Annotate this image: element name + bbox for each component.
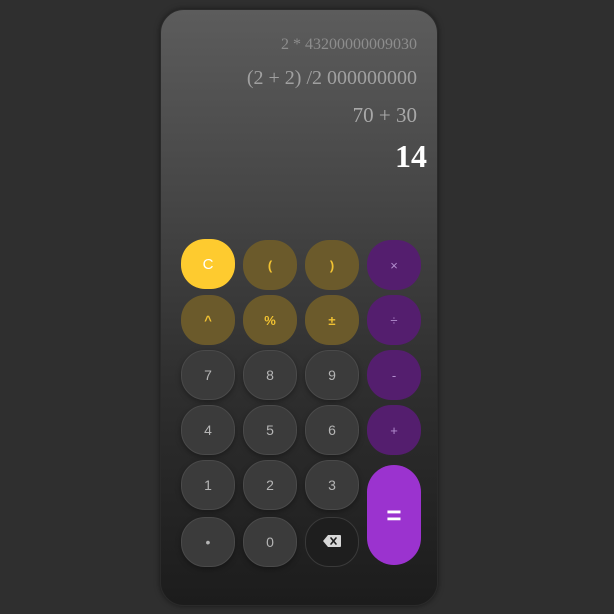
divide-button[interactable]: ÷ — [367, 295, 421, 345]
digit-5-button[interactable]: 5 — [243, 405, 297, 455]
minus-button[interactable]: - — [367, 350, 421, 400]
calculator: 2 * 43200000009030 (2 + 2) /2 000000000 … — [160, 9, 438, 606]
clear-button[interactable]: C — [181, 239, 235, 289]
digit-8-button[interactable]: 8 — [243, 350, 297, 400]
digit-3-button[interactable]: 3 — [305, 460, 359, 510]
equals-button[interactable]: = — [367, 465, 421, 565]
decimal-button[interactable]: • — [181, 517, 235, 567]
plus-minus-button[interactable]: ± — [305, 295, 359, 345]
digit-6-button[interactable]: 6 — [305, 405, 359, 455]
history-line-3: 70 + 30 — [352, 103, 417, 127]
plus-button[interactable]: + — [367, 405, 421, 455]
multiply-button[interactable]: × — [367, 240, 421, 290]
open-paren-button[interactable]: ( — [243, 240, 297, 290]
backspace-icon — [323, 534, 341, 550]
digit-7-button[interactable]: 7 — [181, 350, 235, 400]
history-line-2: (2 + 2) /2 000000000 — [246, 67, 417, 89]
digit-2-button[interactable]: 2 — [243, 460, 297, 510]
digit-4-button[interactable]: 4 — [181, 405, 235, 455]
digit-0-button[interactable]: 0 — [243, 517, 297, 567]
digit-9-button[interactable]: 9 — [305, 350, 359, 400]
close-paren-button[interactable]: ) — [305, 240, 359, 290]
percent-button[interactable]: % — [243, 295, 297, 345]
power-button[interactable]: ^ — [181, 295, 235, 345]
digit-1-button[interactable]: 1 — [181, 460, 235, 510]
history-line-1: 2 * 43200000009030 — [281, 36, 417, 53]
backspace-button[interactable] — [305, 517, 359, 567]
result-display: 14 — [395, 138, 427, 174]
